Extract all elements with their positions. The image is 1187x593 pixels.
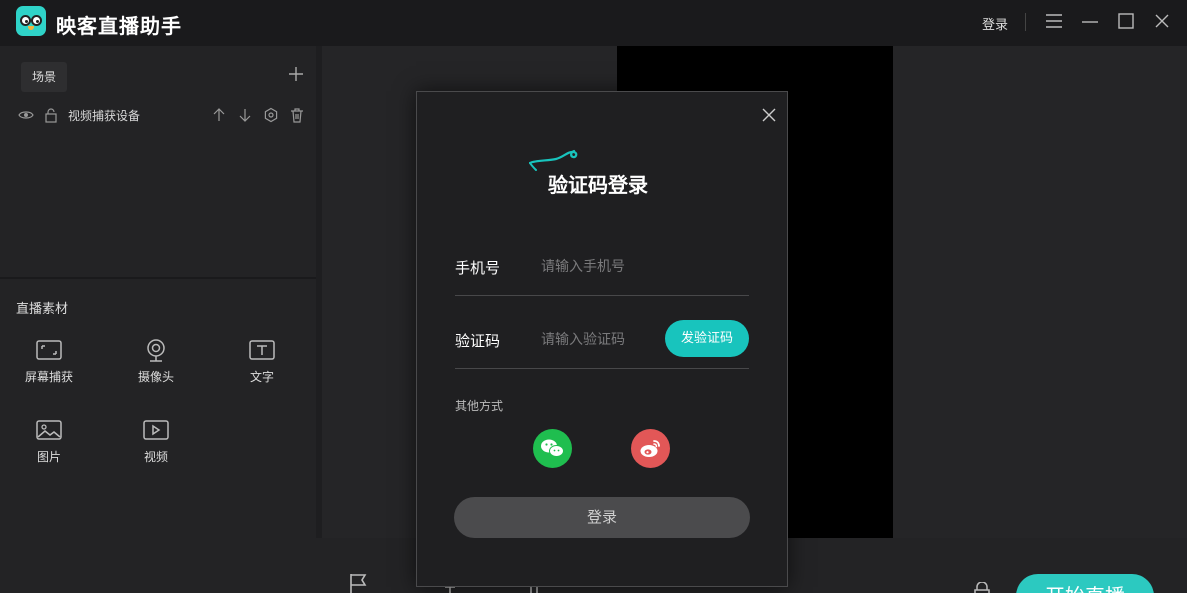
- titlebar-divider: [1025, 13, 1026, 31]
- material-screen-capture[interactable]: 屏幕捕获: [9, 338, 89, 398]
- minimize-icon[interactable]: [1081, 12, 1099, 30]
- app-title: 映客直播助手: [56, 14, 182, 38]
- add-scene-icon[interactable]: [288, 66, 304, 82]
- modal-title: 验证码登录: [548, 173, 648, 197]
- phone-label: 手机号: [455, 259, 501, 277]
- weibo-icon: [640, 440, 660, 457]
- phone-underline: [455, 295, 749, 296]
- title-bar: 映客直播助手 登录: [0, 0, 1187, 46]
- modal-close-icon[interactable]: [761, 107, 777, 123]
- material-label: 文字: [249, 370, 274, 384]
- video-icon: [143, 420, 169, 440]
- source-row[interactable]: 视频捕获设备: [0, 104, 316, 126]
- decorative-swoosh-icon: [529, 149, 578, 171]
- flag-icon[interactable]: [348, 572, 374, 593]
- material-label: 屏幕捕获: [24, 370, 73, 384]
- login-button[interactable]: 登录: [454, 497, 750, 538]
- titlebar-login-button[interactable]: 登录: [982, 14, 1008, 33]
- wechat-login-button[interactable]: [533, 429, 572, 468]
- send-code-button[interactable]: 发验证码: [665, 320, 749, 357]
- material-label: 视频: [143, 450, 168, 464]
- menu-icon[interactable]: [1045, 12, 1063, 30]
- material-text[interactable]: 文字: [222, 338, 302, 398]
- weibo-login-button[interactable]: [631, 429, 670, 468]
- source-label: 视频捕获设备: [68, 109, 141, 123]
- close-icon[interactable]: [1153, 12, 1171, 30]
- move-up-icon[interactable]: [211, 107, 227, 123]
- lock-icon-bottom[interactable]: [972, 582, 992, 593]
- phone-input[interactable]: [541, 255, 661, 279]
- eye-icon[interactable]: [18, 107, 34, 123]
- app-logo-icon: [16, 6, 46, 36]
- material-video[interactable]: 视频: [116, 418, 196, 478]
- panel-divider: [0, 277, 316, 279]
- other-methods-label: 其他方式: [455, 399, 504, 413]
- camera-icon: [147, 339, 165, 362]
- code-label: 验证码: [455, 332, 501, 350]
- trash-icon[interactable]: [289, 107, 305, 123]
- material-camera[interactable]: 摄像头: [116, 338, 196, 398]
- materials-title: 直播素材: [16, 302, 69, 317]
- login-modal: 验证码登录 手机号 验证码 发验证码 其他方式: [416, 91, 788, 587]
- image-icon: [36, 420, 62, 440]
- left-panel: 场景 视频捕获设备 直播素材 屏幕捕获 摄像头 文字 图片 视频: [0, 46, 316, 593]
- code-input[interactable]: [541, 328, 661, 352]
- text-icon: [249, 340, 275, 360]
- app-window: 映客直播助手 登录 场景 视频捕获设备 直播素材 屏幕捕获 摄像头 文字 图片 …: [0, 0, 1187, 593]
- settings-icon[interactable]: [263, 107, 279, 123]
- material-label: 图片: [36, 450, 61, 464]
- maximize-icon[interactable]: [1117, 12, 1135, 30]
- lock-icon[interactable]: [43, 107, 59, 123]
- move-down-icon[interactable]: [237, 107, 253, 123]
- code-underline: [455, 368, 749, 369]
- screen-capture-icon: [36, 340, 62, 360]
- material-image[interactable]: 图片: [9, 418, 89, 478]
- start-live-button[interactable]: 开始直播: [1016, 574, 1154, 593]
- wechat-icon: [541, 439, 564, 457]
- scene-tab[interactable]: 场景: [21, 62, 67, 92]
- material-label: 摄像头: [137, 370, 174, 384]
